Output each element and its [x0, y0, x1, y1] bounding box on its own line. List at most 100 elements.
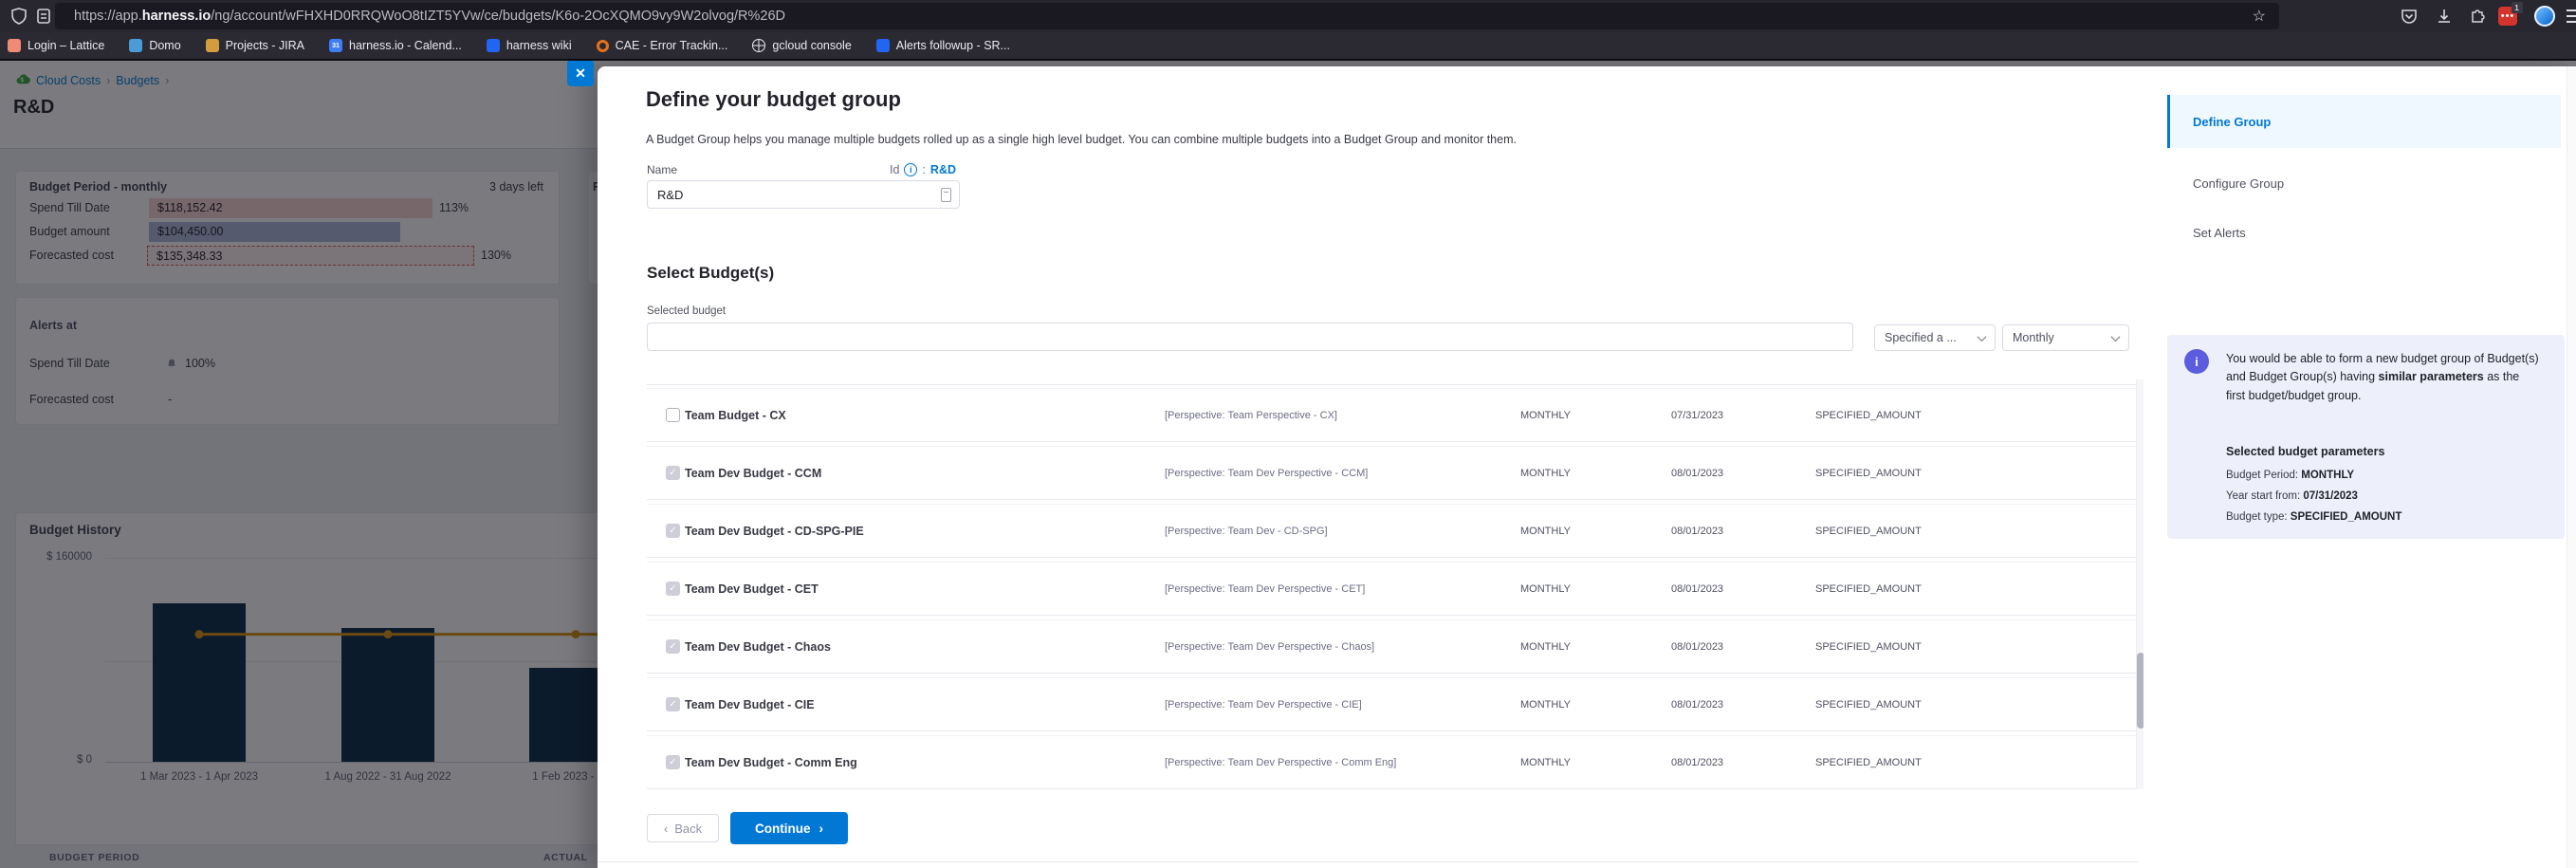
menu-icon[interactable] — [2567, 7, 2576, 26]
selected-budget-input[interactable] — [647, 323, 1853, 351]
budget-name: Team Dev Budget - CCM — [685, 467, 821, 480]
selected-budget-label: Selected budget — [647, 305, 726, 317]
budget-type: SPECIFIED_AMOUNT — [1815, 526, 1922, 537]
budget-perspective: [Perspective: Team Dev Perspective - CET… — [1165, 583, 1365, 595]
page-permissions-icon[interactable] — [34, 7, 53, 26]
calendar-favicon: 31 — [329, 39, 342, 52]
modal-title: Define your budget group — [646, 87, 901, 112]
budget-period: MONTHLY — [1520, 699, 1571, 711]
address-bar[interactable]: https://app.harness.io/ng/account/wFHXHD… — [55, 3, 2279, 29]
budget-name: Team Dev Budget - CD-SPG-PIE — [685, 525, 864, 538]
param-year-start: Year start from: 07/31/2023 — [2226, 490, 2358, 502]
extension-badge: 1 — [2512, 2, 2523, 13]
info-icon: i — [2184, 349, 2209, 374]
name-label: Name — [647, 163, 677, 176]
download-icon[interactable] — [2435, 7, 2454, 26]
budget-perspective: [Perspective: Team Dev - CD-SPG] — [1165, 526, 1328, 537]
close-icon[interactable]: ✕ — [567, 60, 594, 86]
globe-favicon — [752, 39, 765, 52]
window-divider — [0, 59, 2576, 61]
table-scrollbar-thumb[interactable] — [2137, 653, 2144, 729]
budget-perspective: [Perspective: Team Perspective - CX] — [1165, 410, 1337, 421]
id-separator: : — [922, 163, 925, 176]
info-text: You would be able to form a new budget g… — [2226, 350, 2539, 405]
bookmark-item[interactable]: Login – Lattice — [8, 39, 104, 52]
table-row[interactable]: Team Dev Budget - Chaos [Perspective: Te… — [647, 619, 2144, 674]
bookmark-item[interactable]: 31harness.io - Calend... — [329, 39, 462, 52]
row-checkbox[interactable] — [666, 466, 680, 480]
lattice-favicon — [8, 39, 21, 52]
extensions-puzzle-icon[interactable] — [2469, 7, 2488, 26]
budget-type: SPECIFIED_AMOUNT — [1815, 757, 1922, 768]
budget-perspective: [Perspective: Team Dev Perspective - Cha… — [1165, 641, 1374, 653]
budget-start-date: 08/01/2023 — [1671, 526, 1723, 537]
budget-start-date: 08/01/2023 — [1671, 699, 1723, 711]
budget-perspective: [Perspective: Team Dev Perspective - CCM… — [1165, 468, 1368, 479]
budget-perspective: [Perspective: Team Dev Perspective - Com… — [1165, 757, 1396, 768]
bookmark-star-icon[interactable]: ☆ — [2253, 7, 2266, 26]
url-text: https://app.harness.io/ng/account/wFHXHD… — [74, 9, 785, 24]
info-icon[interactable]: i — [904, 163, 917, 176]
table-row[interactable]: Team Dev Budget - Comm Eng [Perspective:… — [647, 735, 2144, 789]
row-checkbox[interactable] — [666, 755, 680, 769]
back-button[interactable]: ‹ Back — [647, 814, 719, 842]
budget-group-modal: Define your budget group A Budget Group … — [598, 66, 2576, 868]
bookmark-item[interactable]: harness wiki — [487, 39, 572, 52]
chevron-down-icon — [2111, 332, 2121, 342]
footer-divider — [598, 861, 2139, 862]
row-checkbox[interactable] — [666, 697, 680, 711]
bookmark-item[interactable]: gcloud console — [752, 39, 851, 52]
bookmark-item[interactable]: Projects - JIRA — [206, 39, 304, 52]
budget-start-date: 08/01/2023 — [1671, 468, 1723, 479]
confluence-favicon — [487, 39, 500, 52]
budget-period: MONTHLY — [1520, 641, 1571, 653]
modal-scrollbar-track[interactable] — [2567, 66, 2576, 868]
shield-icon[interactable] — [9, 7, 28, 26]
pocket-icon[interactable] — [2400, 7, 2419, 26]
wizard-step-configure-group[interactable]: Configure Group — [2167, 157, 2561, 210]
bookmark-item[interactable]: Alerts followup - SR... — [876, 39, 1010, 52]
table-row[interactable]: Team Budget - CX [Perspective: Team Pers… — [647, 388, 2144, 442]
budget-type: SPECIFIED_AMOUNT — [1815, 699, 1922, 711]
row-checkbox[interactable] — [666, 582, 680, 596]
budget-period: MONTHLY — [1520, 410, 1571, 421]
bookmark-item[interactable]: Domo — [129, 39, 180, 52]
jira-favicon — [206, 39, 219, 52]
wizard-step-set-alerts[interactable]: Set Alerts — [2167, 206, 2561, 259]
row-checkbox[interactable] — [666, 524, 680, 538]
entity-id-row: Id i : R&D — [890, 163, 956, 176]
param-budget-period: Budget Period: MONTHLY — [2226, 470, 2354, 481]
id-label: Id — [890, 163, 899, 176]
confluence-favicon — [876, 39, 890, 52]
row-checkbox[interactable] — [666, 639, 680, 654]
wizard-step-define-group[interactable]: Define Group — [2167, 95, 2561, 148]
budgets-table: Team Budget - CX [Perspective: Team Pers… — [647, 379, 2144, 789]
table-row[interactable]: Team Dev Budget - CD-SPG-PIE [Perspectiv… — [647, 504, 2144, 558]
edit-id-icon[interactable] — [941, 188, 951, 202]
info-panel: i You would be able to form a new budget… — [2167, 335, 2565, 539]
period-dropdown[interactable]: Monthly — [2002, 324, 2129, 351]
budget-type: SPECIFIED_AMOUNT — [1815, 468, 1922, 479]
budget-name: Team Dev Budget - CIE — [685, 698, 815, 711]
id-value: R&D — [930, 163, 956, 176]
budget-type: SPECIFIED_AMOUNT — [1815, 583, 1922, 595]
budget-name: Team Dev Budget - CET — [685, 582, 819, 596]
budget-perspective: [Perspective: Team Dev Perspective - CIE… — [1165, 699, 1362, 711]
profile-avatar-icon[interactable] — [2534, 6, 2555, 27]
budget-period: MONTHLY — [1520, 468, 1571, 479]
row-checkbox[interactable] — [666, 408, 680, 422]
bookmark-item[interactable]: CAE - Error Trackin... — [597, 39, 728, 52]
budget-name: Team Dev Budget - Comm Eng — [685, 756, 857, 769]
budget-type-dropdown[interactable]: Specified a ... — [1874, 324, 1996, 351]
name-input-value: R&D — [657, 188, 683, 202]
budget-start-date: 08/01/2023 — [1671, 583, 1723, 595]
continue-button[interactable]: Continue › — [730, 812, 848, 844]
chevron-left-icon: ‹ — [664, 822, 668, 836]
table-row[interactable]: Team Dev Budget - CIE [Perspective: Team… — [647, 677, 2144, 731]
table-row[interactable]: Team Dev Budget - CCM [Perspective: Team… — [647, 446, 2144, 500]
table-row[interactable]: Team Dev Budget - CET [Perspective: Team… — [647, 562, 2144, 616]
budget-name: Team Budget - CX — [685, 409, 786, 422]
name-input[interactable]: R&D — [647, 180, 960, 209]
chevron-down-icon — [1978, 332, 1987, 342]
password-manager-icon[interactable]: •••1 — [2498, 7, 2517, 26]
